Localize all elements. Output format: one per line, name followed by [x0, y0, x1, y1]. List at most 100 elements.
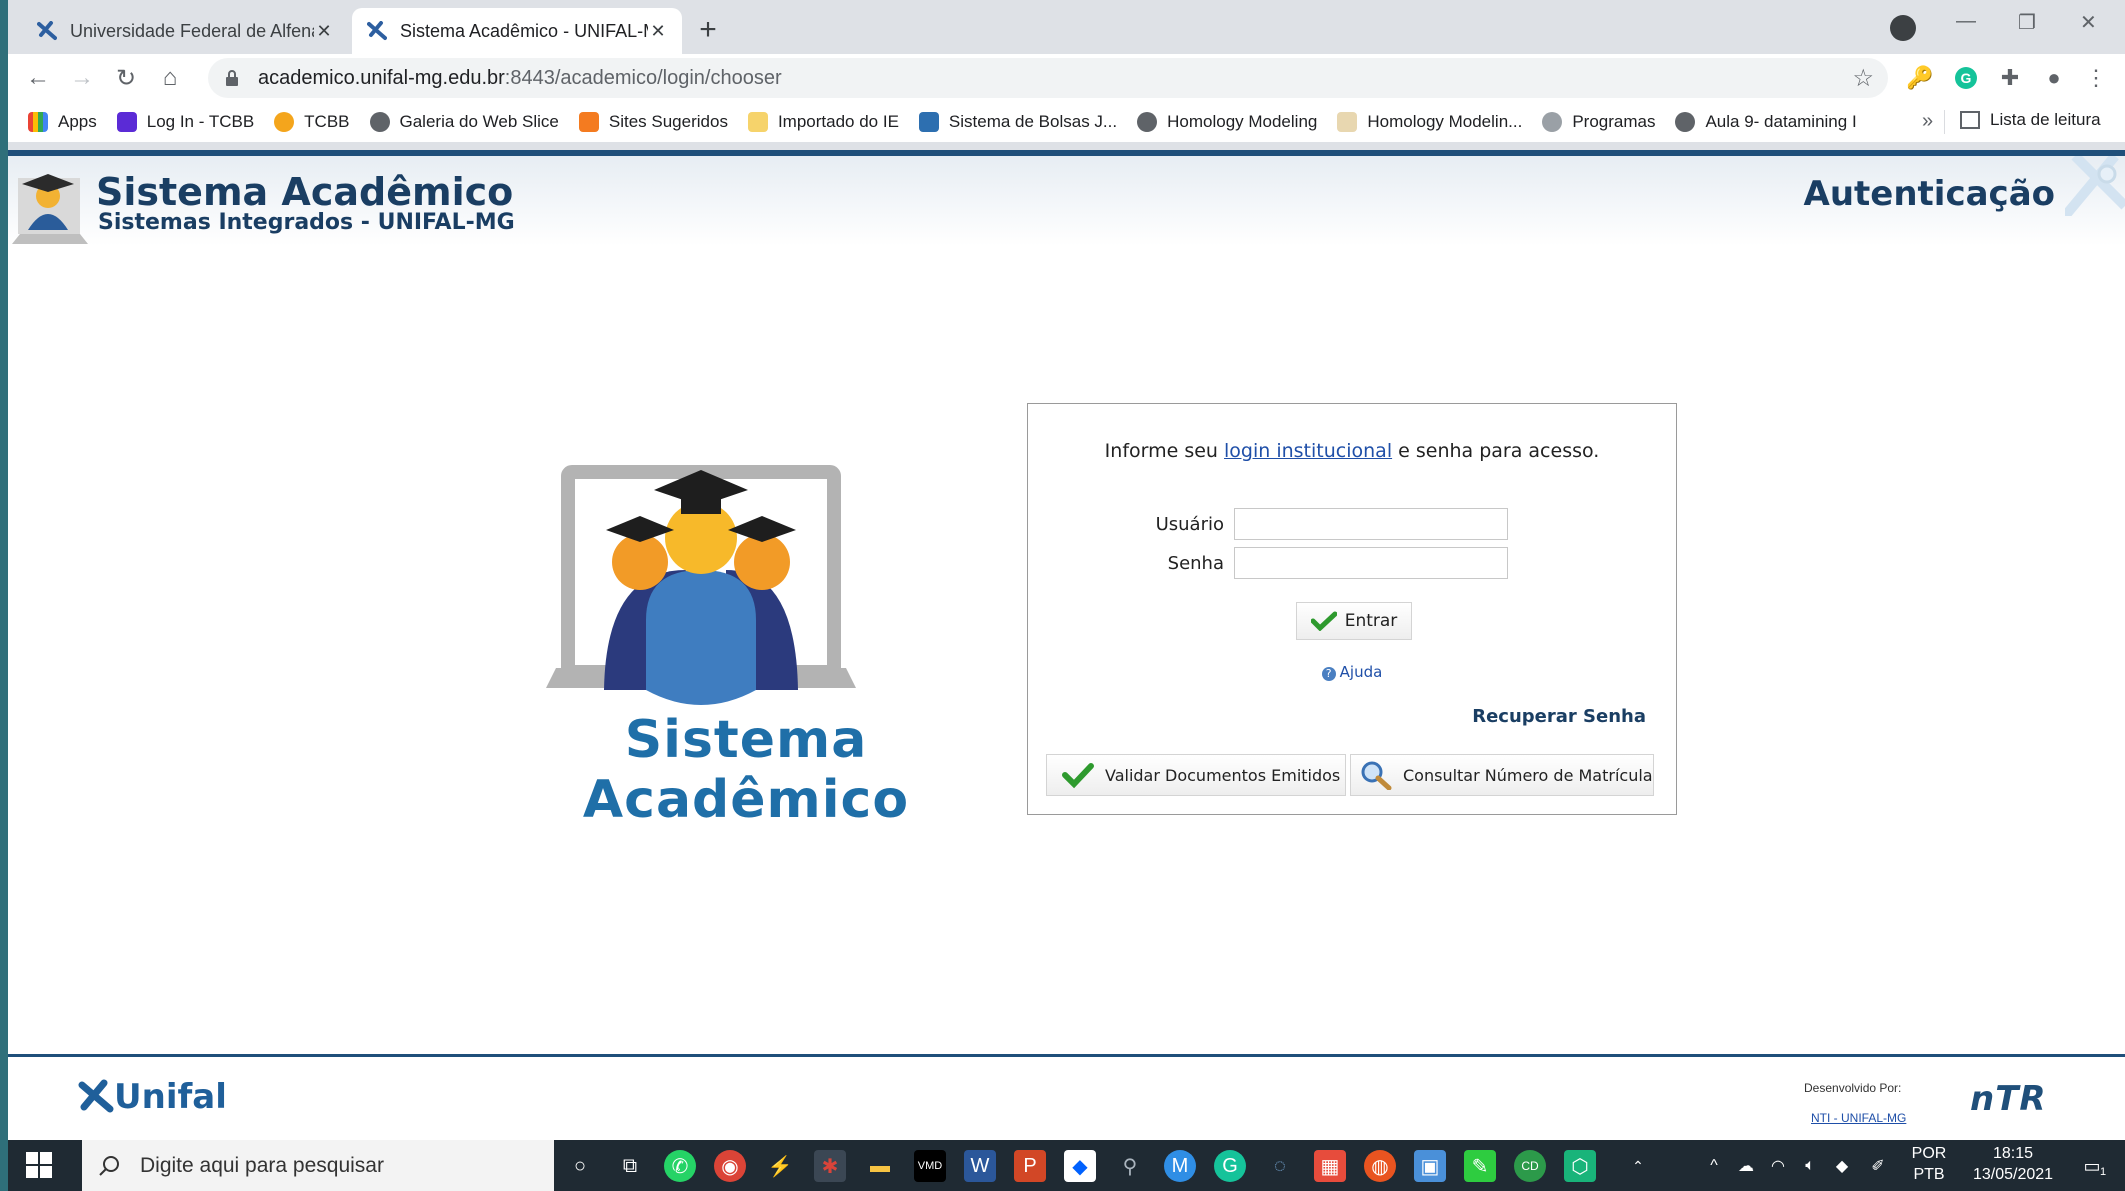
app-blue-icon[interactable]: ▣	[1414, 1150, 1446, 1182]
grammarly-extension-icon[interactable]: G	[1952, 64, 1980, 92]
close-tab-icon[interactable]: ✕	[648, 21, 668, 42]
app-green-icon[interactable]: ⚡	[764, 1150, 796, 1182]
ubuntu-icon[interactable]: ◍	[1364, 1150, 1396, 1182]
page-content: Sistema Acadêmico Sistemas Integrados - …	[8, 150, 2125, 1140]
dropbox-tray-icon[interactable]: ◆	[1826, 1150, 1858, 1182]
app-red-icon[interactable]: ✱	[814, 1150, 846, 1182]
login-institucional-link[interactable]: login institucional	[1224, 440, 1392, 462]
bookmark-aula-9[interactable]: Aula 9- datamining I	[1675, 112, 1857, 132]
task-view-icon[interactable]: ⧉	[614, 1150, 646, 1182]
tcbb-icon	[116, 112, 137, 132]
bookmarks-bar: Apps Log In - TCBB TCBB Galeria do Web S…	[8, 102, 2125, 142]
password-input[interactable]	[1234, 547, 1508, 579]
clock-time[interactable]: 18:15	[1958, 1145, 2068, 1163]
vmd-icon[interactable]: VMD	[914, 1150, 946, 1182]
tab-strip: Universidade Federal de Alfenas ✕ Sistem…	[8, 0, 2125, 54]
tray-expand-icon[interactable]: ^	[1698, 1150, 1730, 1182]
app-m-icon[interactable]: M	[1164, 1150, 1196, 1182]
corner-decoration-icon	[2065, 156, 2125, 216]
ie-sites-icon	[578, 112, 599, 132]
file-explorer-icon[interactable]: ▬	[864, 1150, 896, 1182]
chrome-icon[interactable]: ◉	[714, 1150, 746, 1182]
notification-badge: 1	[2099, 1166, 2107, 1178]
lock-icon	[226, 70, 238, 86]
apps-grid-icon	[28, 112, 48, 132]
help-link[interactable]: ? Ajuda	[1028, 663, 1676, 681]
restore-icon[interactable]: ❐	[2018, 10, 2036, 35]
reload-icon[interactable]: ↻	[110, 62, 142, 94]
recover-password-link[interactable]: Recuperar Senha	[1472, 706, 1646, 727]
url-host: academico.unifal-mg.edu.br	[258, 66, 505, 89]
app-phone-icon[interactable]: ✎	[1464, 1150, 1496, 1182]
whatsapp-icon[interactable]: ✆	[664, 1150, 696, 1182]
tab-search-icon[interactable]	[1890, 15, 1916, 41]
developed-by-label: Desenvolvido Por:	[1804, 1081, 1902, 1095]
developer-link[interactable]: NTI - UNIFAL-MG	[1811, 1111, 1906, 1125]
login-form: Informe seu login institucional e senha …	[1027, 403, 1677, 815]
lookup-enrollment-button[interactable]: Consultar Número de Matrícula	[1350, 754, 1654, 796]
bookmark-importado-ie[interactable]: Importado do IE	[747, 112, 899, 132]
volume-icon[interactable]: 🔈︎	[1794, 1150, 1826, 1182]
wifi-icon[interactable]: ◠	[1762, 1150, 1794, 1182]
onedrive-icon[interactable]: ☁	[1730, 1150, 1762, 1182]
word-icon[interactable]: W	[964, 1150, 996, 1182]
dropbox-icon[interactable]: ◆	[1064, 1150, 1096, 1182]
svg-text:G: G	[1961, 70, 1972, 86]
entrar-button[interactable]: Entrar	[1296, 602, 1412, 640]
profile-icon[interactable]: ●	[2040, 64, 2068, 92]
app-tool-icon[interactable]: ⚲	[1114, 1150, 1146, 1182]
windows-start-icon[interactable]	[26, 1152, 52, 1178]
app-hex-icon[interactable]: ⬡	[1564, 1150, 1596, 1182]
cd-icon[interactable]: CD	[1514, 1150, 1546, 1182]
help-icon: ?	[1321, 667, 1336, 681]
language-top[interactable]: POR	[1904, 1145, 1954, 1163]
bookmark-login-tcbb[interactable]: Log In - TCBB	[116, 112, 254, 132]
bookmark-sites-sugeridos[interactable]: Sites Sugeridos	[578, 112, 728, 132]
clock-date[interactable]: 13/05/2021	[1958, 1166, 2068, 1184]
bookmark-tcbb[interactable]: TCBB	[274, 112, 350, 132]
bookmark-homology-modeling[interactable]: Homology Modeling	[1137, 112, 1317, 132]
language-bottom[interactable]: PTB	[1904, 1166, 1954, 1184]
logo-wordmark: Sistema Acadêmico	[582, 710, 910, 830]
back-icon[interactable]: ←	[22, 62, 54, 94]
close-tab-icon[interactable]: ✕	[314, 21, 334, 42]
bookmark-sistema-bolsas[interactable]: Sistema de Bolsas J...	[918, 112, 1117, 132]
app-title: Sistema Acadêmico	[96, 170, 514, 214]
divider	[1944, 110, 1945, 134]
globe-icon	[1137, 112, 1158, 132]
bolsas-icon	[918, 112, 939, 132]
footer: Unifal Desenvolvido Por: NTI - UNIFAL-MG…	[8, 1057, 2125, 1140]
bookmark-homology-modelin[interactable]: Homology Modelin...	[1337, 112, 1522, 132]
app-grid-icon[interactable]: ▦	[1314, 1150, 1346, 1182]
tab-universidade[interactable]: Universidade Federal de Alfenas ✕	[22, 8, 348, 54]
tab-sistema-academico[interactable]: Sistema Acadêmico - UNIFAL-MG ✕	[352, 8, 682, 54]
bookmark-apps[interactable]: Apps	[28, 112, 97, 132]
new-tab-button[interactable]: +	[690, 12, 726, 48]
close-window-icon[interactable]: ✕	[2080, 10, 2097, 35]
key-extension-icon[interactable]: 🔑	[1906, 64, 1934, 92]
tab-title: Sistema Acadêmico - UNIFAL-MG	[400, 20, 648, 41]
powerpoint-icon[interactable]: P	[1014, 1150, 1046, 1182]
taskbar-search[interactable]: Digite aqui para pesquisar	[82, 1140, 554, 1191]
grammarly-icon[interactable]: G	[1214, 1150, 1246, 1182]
user-input[interactable]	[1234, 508, 1508, 540]
pen-icon[interactable]: ✐	[1862, 1150, 1894, 1182]
minimize-icon[interactable]: —	[1956, 10, 1976, 33]
forward-icon[interactable]: →	[66, 62, 98, 94]
bookmark-programas[interactable]: Programas	[1542, 112, 1655, 132]
menu-kebab-icon[interactable]: ⋮	[2082, 64, 2110, 92]
bookmark-star-icon[interactable]: ☆	[1852, 64, 1874, 93]
taskbar-scroll-icon[interactable]: ⌃	[1622, 1150, 1654, 1182]
address-bar[interactable]: academico.unifal-mg.edu.br:8443/academic…	[208, 58, 1888, 98]
bookmark-galeria[interactable]: Galeria do Web Slice	[369, 112, 559, 132]
app-circle-icon[interactable]: ◌	[1264, 1150, 1296, 1182]
tab-title: Universidade Federal de Alfenas	[70, 20, 314, 41]
home-icon[interactable]: ⌂	[154, 62, 186, 94]
cortana-icon[interactable]: ○	[564, 1150, 596, 1182]
reading-list-button[interactable]: Lista de leitura	[1960, 110, 2101, 130]
extensions-puzzle-icon[interactable]: ✚	[1996, 64, 2024, 92]
magnifier-icon	[1361, 761, 1392, 790]
bookmarks-overflow-icon[interactable]: »	[1922, 110, 1933, 133]
password-row: Senha	[1028, 547, 1676, 581]
validate-documents-button[interactable]: Validar Documentos Emitidos	[1046, 754, 1346, 796]
